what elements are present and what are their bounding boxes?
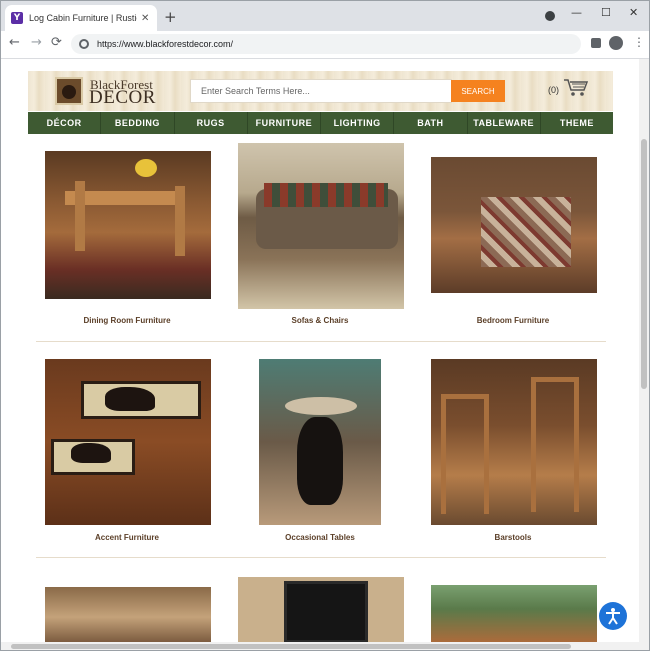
dining-room-image[interactable] bbox=[45, 151, 211, 299]
row-divider bbox=[36, 341, 606, 342]
logo-text-decor[interactable]: DECOR bbox=[89, 87, 156, 109]
close-window-button[interactable]: ✕ bbox=[629, 6, 638, 19]
reload-button[interactable]: ⟳ bbox=[51, 35, 62, 50]
category-label-dining[interactable]: Dining Room Furniture bbox=[42, 316, 212, 325]
main-nav: DÉCOR BEDDING RUGS FURNITURE LIGHTING BA… bbox=[28, 112, 613, 134]
category-label-sofas[interactable]: Sofas & Chairs bbox=[235, 316, 405, 325]
search-input[interactable]: Enter Search Terms Here... bbox=[190, 79, 452, 103]
category-label-occasional[interactable]: Occasional Tables bbox=[235, 533, 405, 542]
barstools-image[interactable] bbox=[431, 359, 597, 525]
minimize-button[interactable]: — bbox=[571, 6, 582, 19]
row-divider bbox=[36, 557, 606, 558]
category-image-row3-2[interactable] bbox=[238, 577, 404, 642]
nav-item-decor[interactable]: DÉCOR bbox=[28, 112, 102, 134]
media-indicator-icon[interactable] bbox=[545, 11, 555, 21]
accent-furniture-image[interactable] bbox=[45, 359, 211, 525]
browser-menu-icon[interactable]: ⋮ bbox=[633, 35, 645, 49]
category-image-row3-3[interactable] bbox=[431, 585, 597, 642]
search-button[interactable]: SEARCH bbox=[451, 80, 505, 102]
tab-strip: Y Log Cabin Furniture | Rustic Furni ✕ +… bbox=[1, 1, 649, 31]
sofas-chairs-image[interactable] bbox=[238, 143, 404, 309]
cart-count[interactable]: (0) bbox=[548, 85, 559, 95]
forward-button[interactable]: → bbox=[31, 35, 42, 50]
browser-tab[interactable]: Y Log Cabin Furniture | Rustic Furni ✕ bbox=[5, 5, 157, 31]
logo-image[interactable] bbox=[55, 77, 83, 105]
puzzle-icon[interactable] bbox=[591, 38, 601, 48]
accessibility-icon[interactable] bbox=[599, 602, 627, 630]
category-label-accent[interactable]: Accent Furniture bbox=[42, 533, 212, 542]
category-label-barstools[interactable]: Barstools bbox=[428, 533, 598, 542]
scroll-thumb[interactable] bbox=[641, 139, 647, 389]
favicon-icon: Y bbox=[11, 12, 23, 24]
nav-item-bath[interactable]: BATH bbox=[394, 112, 468, 134]
bedroom-image[interactable] bbox=[431, 157, 597, 293]
nav-item-furniture[interactable]: FURNITURE bbox=[248, 112, 321, 134]
category-image-row3-1[interactable] bbox=[45, 587, 211, 642]
horizontal-scrollbar[interactable] bbox=[1, 642, 649, 650]
back-button[interactable]: ← bbox=[9, 35, 20, 50]
browser-window: Y Log Cabin Furniture | Rustic Furni ✕ +… bbox=[0, 0, 650, 651]
url-text: https://www.blackforestdecor.com/ bbox=[97, 39, 234, 49]
nav-item-rugs[interactable]: RUGS bbox=[175, 112, 248, 134]
bear-logo-icon bbox=[62, 85, 76, 99]
nav-item-theme[interactable]: THEME bbox=[541, 112, 613, 134]
vertical-scrollbar[interactable] bbox=[639, 59, 649, 642]
occasional-tables-image[interactable] bbox=[259, 359, 381, 525]
profile-icon[interactable] bbox=[609, 36, 623, 50]
hscroll-thumb[interactable] bbox=[11, 644, 571, 649]
nav-item-tableware[interactable]: TABLEWARE bbox=[468, 112, 541, 134]
nav-item-lighting[interactable]: LIGHTING bbox=[321, 112, 395, 134]
new-tab-button[interactable]: + bbox=[164, 8, 177, 26]
address-bar[interactable]: https://www.blackforestdecor.com/ bbox=[71, 34, 581, 54]
nav-item-bedding[interactable]: BEDDING bbox=[101, 112, 175, 134]
cart-icon[interactable] bbox=[563, 77, 589, 97]
tab-close-icon[interactable]: ✕ bbox=[141, 13, 149, 24]
site-info-icon[interactable] bbox=[79, 39, 89, 49]
category-label-bedroom[interactable]: Bedroom Furniture bbox=[428, 316, 598, 325]
tab-title: Log Cabin Furniture | Rustic Furni bbox=[29, 13, 137, 23]
browser-toolbar: ← → ⟳ https://www.blackforestdecor.com/ … bbox=[1, 31, 649, 59]
site-header: BlackForest DECOR Enter Search Terms Her… bbox=[28, 71, 613, 111]
page-viewport: BlackForest DECOR Enter Search Terms Her… bbox=[1, 59, 639, 642]
maximize-button[interactable]: ☐ bbox=[601, 6, 611, 19]
